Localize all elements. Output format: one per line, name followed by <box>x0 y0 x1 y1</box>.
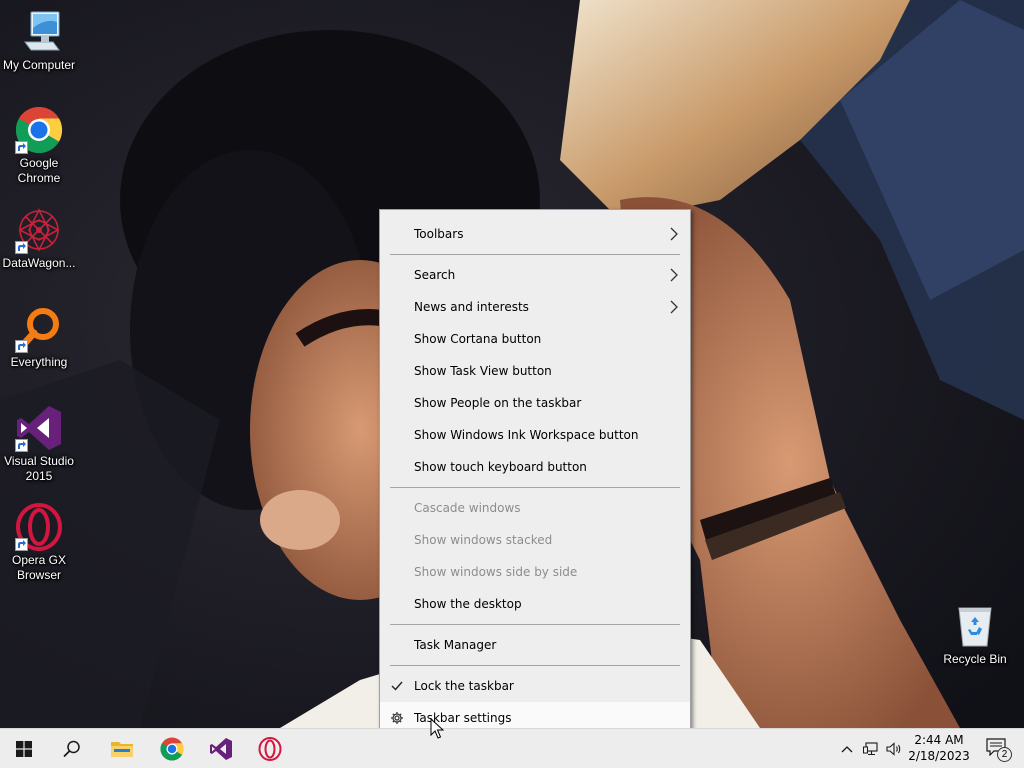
notification-count-badge: 2 <box>997 747 1012 762</box>
action-center-button[interactable]: 2 <box>978 729 1018 768</box>
menu-item-task-manager[interactable]: Task Manager <box>380 629 690 661</box>
visual-studio-icon <box>15 404 63 452</box>
opera-gx-icon <box>258 737 282 761</box>
menu-item-label: Show Cortana button <box>414 332 542 346</box>
menu-item-lock-the-taskbar[interactable]: Lock the taskbar <box>380 670 690 702</box>
everything-search-icon <box>15 305 63 353</box>
menu-item-label: Toolbars <box>414 227 464 241</box>
menu-item-toolbars[interactable]: Toolbars <box>380 218 690 250</box>
start-button[interactable] <box>0 729 48 768</box>
menu-item-show-windows-stacked: Show windows stacked <box>380 524 690 556</box>
menu-item-news-and-interests[interactable]: News and interests <box>380 291 690 323</box>
shortcut-arrow-icon <box>15 241 28 254</box>
chevron-right-icon <box>670 268 678 282</box>
folder-icon <box>111 742 133 757</box>
shortcut-arrow-icon <box>15 340 28 353</box>
search-button[interactable] <box>48 729 96 768</box>
menu-item-label: Show windows side by side <box>414 565 578 579</box>
desktop-icon-label: Visual Studio 2015 <box>4 454 74 483</box>
menu-item-label: News and interests <box>414 300 529 314</box>
desktop-icon-everything[interactable]: Everything <box>0 305 78 370</box>
menu-item-show-touch-keyboard[interactable]: Show touch keyboard button <box>380 451 690 483</box>
menu-item-label: Taskbar settings <box>414 711 512 725</box>
shortcut-arrow-icon <box>15 439 28 452</box>
menu-item-label: Show the desktop <box>414 597 522 611</box>
menu-item-label: Cascade windows <box>414 501 521 515</box>
gear-icon <box>391 712 403 724</box>
desktop-icon-label: Everything <box>10 355 68 369</box>
mouse-cursor-icon <box>430 718 444 739</box>
desktop-icon-label: Recycle Bin <box>943 652 1007 666</box>
taskbar-google-chrome[interactable] <box>148 729 196 768</box>
recycle-bin-icon <box>951 602 999 650</box>
menu-separator <box>390 665 680 666</box>
menu-separator <box>390 624 680 625</box>
desktop-icon-label: Opera GX Browser <box>11 553 67 582</box>
desktop-icon-recycle-bin[interactable]: Recycle Bin <box>936 602 1014 667</box>
menu-item-label: Show Windows Ink Workspace button <box>414 428 639 442</box>
menu-item-show-windows-ink[interactable]: Show Windows Ink Workspace button <box>380 419 690 451</box>
taskbar-opera-gx[interactable] <box>246 729 294 768</box>
menu-item-search[interactable]: Search <box>380 259 690 291</box>
clock-date: 2/18/2023 <box>908 749 970 763</box>
menu-item-cascade-windows: Cascade windows <box>380 492 690 524</box>
menu-item-label: Show windows stacked <box>414 533 553 547</box>
search-icon <box>63 740 80 758</box>
desktop-icon-datawagon[interactable]: DataWagon... <box>0 206 78 271</box>
shortcut-arrow-icon <box>15 141 28 154</box>
menu-item-show-windows-side-by-side: Show windows side by side <box>380 556 690 588</box>
menu-item-label: Show touch keyboard button <box>414 460 587 474</box>
taskbar-file-explorer[interactable] <box>98 729 146 768</box>
shortcut-arrow-icon <box>15 538 28 551</box>
desktop-icon-visual-studio[interactable]: Visual Studio 2015 <box>0 404 78 484</box>
clock-time: 2:44 AM <box>914 733 964 747</box>
desktop-icon-label: Google Chrome <box>17 156 61 185</box>
desktop-icon-my-computer[interactable]: My Computer <box>0 8 78 73</box>
menu-item-show-cortana-button[interactable]: Show Cortana button <box>380 323 690 355</box>
show-hidden-icons-button[interactable] <box>836 729 858 768</box>
menu-separator <box>390 487 680 488</box>
volume-icon <box>886 742 901 756</box>
desktop-icon-label: My Computer <box>2 58 76 72</box>
menu-item-label: Task Manager <box>414 638 497 652</box>
desktop-icon-label: DataWagon... <box>2 256 76 270</box>
menu-item-label: Show People on the taskbar <box>414 396 582 410</box>
chrome-icon <box>160 737 184 761</box>
windows-logo-icon <box>16 741 32 757</box>
chrome-icon <box>15 106 63 154</box>
datawagon-icon <box>15 206 63 254</box>
chevron-up-icon <box>841 746 853 753</box>
checkmark-icon <box>391 681 403 691</box>
opera-gx-icon <box>15 503 63 551</box>
taskbar-clock[interactable]: 2:44 AM 2/18/2023 <box>906 729 972 768</box>
menu-item-show-task-view-button[interactable]: Show Task View button <box>380 355 690 387</box>
menu-separator <box>390 254 680 255</box>
network-button[interactable] <box>860 729 882 768</box>
computer-icon <box>15 8 63 56</box>
desktop-icon-opera-gx[interactable]: Opera GX Browser <box>0 503 78 583</box>
taskbar-context-menu: Toolbars Search News and interests Show … <box>379 209 691 742</box>
menu-item-show-people[interactable]: Show People on the taskbar <box>380 387 690 419</box>
menu-item-label: Lock the taskbar <box>414 679 514 693</box>
visual-studio-icon <box>210 738 232 760</box>
menu-item-label: Search <box>414 268 456 282</box>
menu-item-label: Show Task View button <box>414 364 552 378</box>
chevron-right-icon <box>670 227 678 241</box>
volume-button[interactable] <box>883 729 905 768</box>
taskbar-visual-studio[interactable] <box>197 729 245 768</box>
desktop-icon-google-chrome[interactable]: Google Chrome <box>0 106 78 186</box>
taskbar: 2:44 AM 2/18/2023 2 <box>0 728 1024 768</box>
network-icon <box>863 742 878 756</box>
chevron-right-icon <box>670 300 678 314</box>
menu-item-show-the-desktop[interactable]: Show the desktop <box>380 588 690 620</box>
